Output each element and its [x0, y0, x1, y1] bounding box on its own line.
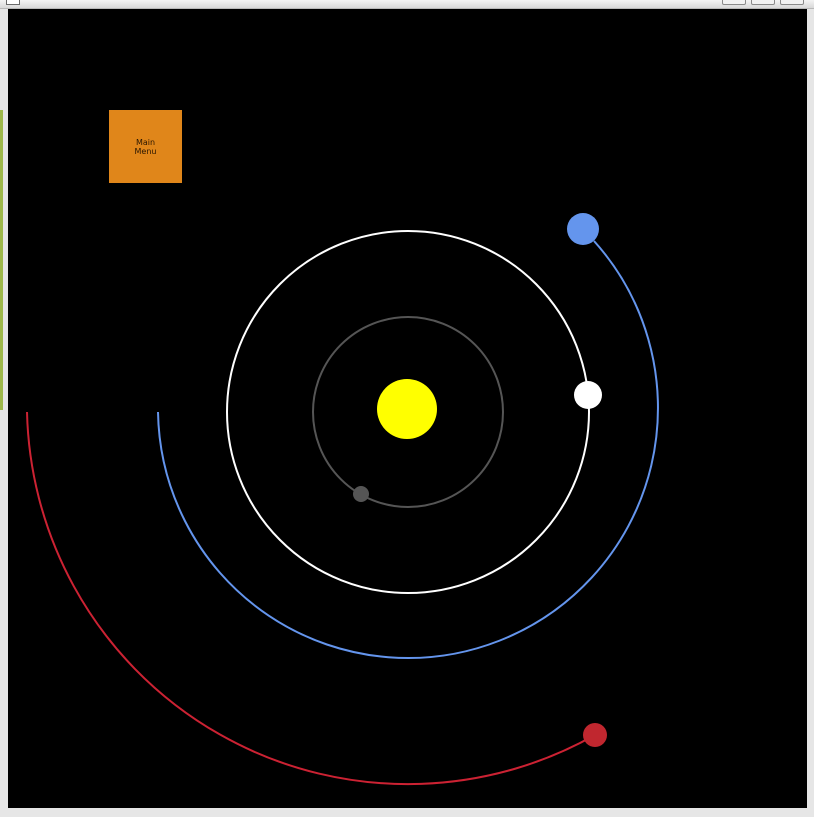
red-orbit-trail [26, 411, 596, 786]
gray-planet [353, 486, 369, 502]
game-canvas[interactable]: Main Menu [8, 9, 807, 808]
white-planet [574, 381, 602, 409]
blue-orbit-trail [157, 240, 659, 659]
main-menu-button[interactable]: Main Menu [109, 110, 182, 183]
maximize-button[interactable] [751, 0, 775, 5]
background-window-edge [0, 110, 3, 410]
sun [377, 379, 437, 439]
title-bar [0, 0, 814, 9]
app-icon [6, 0, 20, 5]
close-button[interactable] [780, 0, 804, 5]
app-window: Main Menu [0, 0, 814, 817]
blue-planet [567, 213, 599, 245]
minimize-button[interactable] [722, 0, 746, 5]
red-planet [583, 723, 607, 747]
